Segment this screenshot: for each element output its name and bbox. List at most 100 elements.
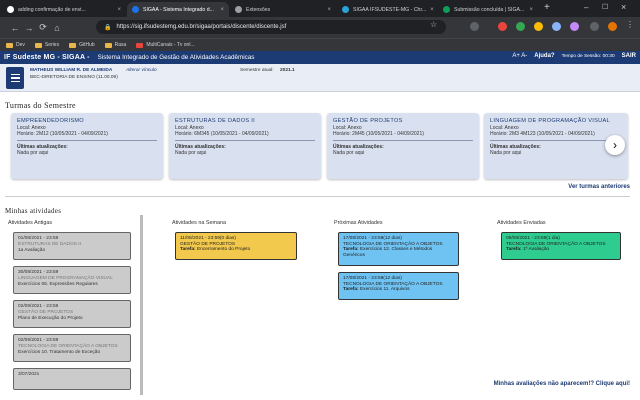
home-icon[interactable]: ⌂ [50, 23, 64, 33]
extension-icon[interactable] [534, 22, 543, 31]
semester-value: 2021.1 [280, 68, 295, 73]
user-info-bar: MATHEUS WILLIAM R. DE ALMEIDA Alterar ví… [0, 64, 640, 92]
bookmarks-bar: Dev Series GitHub Rasa MultiCanais - Tv … [0, 38, 640, 51]
activity-card-old[interactable]: 02/09/2021 - 23:59 GESTÃO DE PROJETOS Pl… [13, 300, 131, 328]
star-icon[interactable]: ☆ [430, 20, 437, 29]
extension-icon[interactable] [552, 22, 561, 31]
column-header-proximas: Próximas Atividades [334, 220, 383, 226]
user-name: MATHEUS WILLIAM R. DE ALMEIDA [30, 68, 113, 73]
back-icon[interactable]: ← [8, 23, 22, 33]
extension-icon[interactable] [570, 22, 579, 31]
window-close-icon[interactable]: × [621, 2, 626, 12]
bookmark-rasa[interactable]: Rasa [104, 42, 126, 48]
course-updates: Nada por aqui [175, 150, 207, 156]
column-header-antigas: Atividades Antigas [8, 220, 53, 226]
tab-extensoes[interactable]: Extensões × [230, 2, 336, 17]
user-unit: BEC-DIRETORIA DE ENSINO (11.00.09) [30, 75, 118, 80]
see-previous-courses-link[interactable]: Ver turmas anteriores [568, 184, 630, 190]
sigaa-subtitle: Sistema Integrado de Gestão de Atividade… [97, 54, 255, 61]
course-horario: Horário: 2M12 (10/05/2021 - 04/09/2021) [17, 131, 108, 137]
activity-card-next[interactable]: 17/08/2021 - 23:59(12 dias) TECNOLOGIA D… [338, 272, 459, 300]
sigaa-brand: IF Sudeste MG - SIGAA - [4, 54, 90, 61]
alter-vinculo-link[interactable]: Alterar vínculo [126, 68, 157, 73]
tab-label: SIGAA - Sistema Integrado d... [143, 6, 214, 13]
session-timer: Tempo de Sessão: 00:30 [561, 53, 615, 59]
next-courses-button[interactable]: › [605, 135, 625, 155]
close-icon[interactable]: × [430, 7, 434, 13]
activity-card-old[interactable]: 3/07/2021 [13, 368, 131, 390]
activities-scrollbar[interactable] [140, 215, 143, 395]
menu-dots-icon[interactable]: ⋮ [626, 20, 634, 29]
chevron-right-icon: › [613, 138, 617, 152]
extension-icon[interactable] [470, 22, 479, 31]
new-tab-button[interactable]: + [544, 2, 550, 13]
tab-label: adding confirmação de envi... [18, 6, 86, 13]
reload-icon[interactable]: ⟳ [36, 22, 50, 33]
bookmark-github[interactable]: GitHub [69, 42, 95, 48]
course-card-estruturas[interactable]: ESTRUTURAS DE DADOS II Local: Anexo Horá… [169, 113, 321, 179]
url-text: https://sig.ifsudestemg.edu.br/sigaa/por… [116, 24, 287, 30]
course-updates: Nada por aqui [333, 150, 365, 156]
tab-sigaa[interactable]: SIGAA - Sistema Integrado d... × [127, 2, 229, 17]
section-title-turmas: Turmas do Semestre [5, 101, 76, 110]
github-icon [7, 6, 14, 13]
browser-tab-bar: adding confirmação de envi... × SIGAA - … [0, 0, 640, 17]
extension-icon[interactable] [516, 22, 525, 31]
divider [5, 196, 630, 197]
semester-label: Semestre atual: [240, 68, 274, 73]
column-header-enviadas: Atividades Enviadas [497, 220, 546, 226]
bookmark-dev[interactable]: Dev [6, 42, 25, 48]
column-header-semana: Atividades na Semana [172, 220, 226, 226]
course-horario: Horário: 2M45 (10/05/2021 - 04/09/2021) [333, 131, 424, 137]
tab-adding-confirmacao[interactable]: adding confirmação de envi... × [2, 2, 126, 17]
course-updates: Nada por aqui [17, 150, 49, 156]
course-card-gestao[interactable]: GESTÃO DE PROJETOS Local: Anexo Horário:… [327, 113, 479, 179]
sigaa-favicon-icon [132, 6, 139, 13]
bookmark-multicanais[interactable]: MultiCanais - Tv onl... [136, 42, 195, 48]
folder-icon [34, 42, 42, 48]
tab-sigaa-chrome[interactable]: SIGAA IFSUDESTE-MG - Chr... × [337, 2, 437, 17]
course-name[interactable]: GESTÃO DE PROJETOS [333, 118, 473, 124]
missing-evaluations-link[interactable]: Minhas avaliações não aparecem!? Clique … [494, 381, 630, 387]
course-updates: Nada por aqui [490, 150, 522, 156]
exit-button[interactable]: SAIR [622, 53, 636, 59]
close-icon[interactable]: × [529, 7, 533, 13]
font-size-controls[interactable]: A+ A- [512, 53, 527, 59]
extension-icon[interactable] [498, 22, 507, 31]
lock-icon: 🔒 [104, 24, 112, 31]
tab-submissao[interactable]: Submissão concluída | SIGA... × [438, 2, 538, 17]
folder-icon [6, 42, 13, 48]
tab-label: Submissão concluída | SIGA... [454, 6, 525, 13]
help-link[interactable]: Ajuda? [534, 53, 554, 59]
bookmark-series[interactable]: Series [34, 42, 59, 48]
activity-card-sent[interactable]: 09/08/2021 - 23:59(1 dia) TECNOLOGIA DE … [501, 232, 621, 260]
forward-icon[interactable]: → [22, 23, 36, 33]
activity-card-old[interactable]: 01/08/2021 - 23:59 ESTRUTURAS DE DADOS I… [13, 232, 131, 260]
avatar[interactable] [608, 22, 617, 31]
activity-card-next[interactable]: 17/08/2021 - 23:59(12 dias) TECNOLOGIA D… [338, 232, 459, 266]
url-bar[interactable]: 🔒 https://sig.ifsudestemg.edu.br/sigaa/p… [96, 20, 446, 34]
course-name[interactable]: ESTRUTURAS DE DADOS II [175, 118, 315, 124]
activity-card-old[interactable]: 02/09/2021 - 23:59 TECNOLOGIA DE ORIENTA… [13, 334, 131, 362]
course-name[interactable]: LINGUAGEM DE PROGRAMAÇÃO VISUAL [490, 118, 622, 124]
activity-card-week[interactable]: 11/08/2021 - 23:59(0 dias) GESTÃO DE PRO… [175, 232, 297, 260]
course-card-empreendedorismo[interactable]: EMPREENDEDORISMO Local: Anexo Horário: 2… [11, 113, 163, 179]
folder-icon [104, 42, 112, 48]
puzzle-icon [235, 6, 242, 13]
activity-card-old[interactable]: 30/08/2021 - 23:59 LINGUAGEM DE PROGRAMA… [13, 266, 131, 294]
puzzle-icon[interactable] [590, 22, 599, 31]
close-icon[interactable]: × [117, 7, 121, 13]
close-icon[interactable]: × [220, 7, 224, 13]
course-name[interactable]: EMPREENDEDORISMO [17, 118, 157, 124]
course-horario: Horário: 6M345 (10/05/2021 - 04/09/2021) [175, 131, 269, 137]
address-toolbar: ← → ⟳ ⌂ 🔒 https://sig.ifsudestemg.edu.br… [0, 17, 640, 38]
menu-hamburger-icon[interactable] [6, 67, 24, 89]
tv-icon [136, 42, 144, 48]
section-title-atividades: Minhas atividades [5, 207, 62, 215]
maximize-icon[interactable]: ☐ [602, 3, 608, 11]
check-icon [443, 6, 450, 13]
minimize-icon[interactable]: – [584, 3, 588, 12]
folder-icon [69, 42, 77, 48]
tab-label: Extensões [246, 6, 271, 13]
close-icon[interactable]: × [327, 7, 331, 13]
